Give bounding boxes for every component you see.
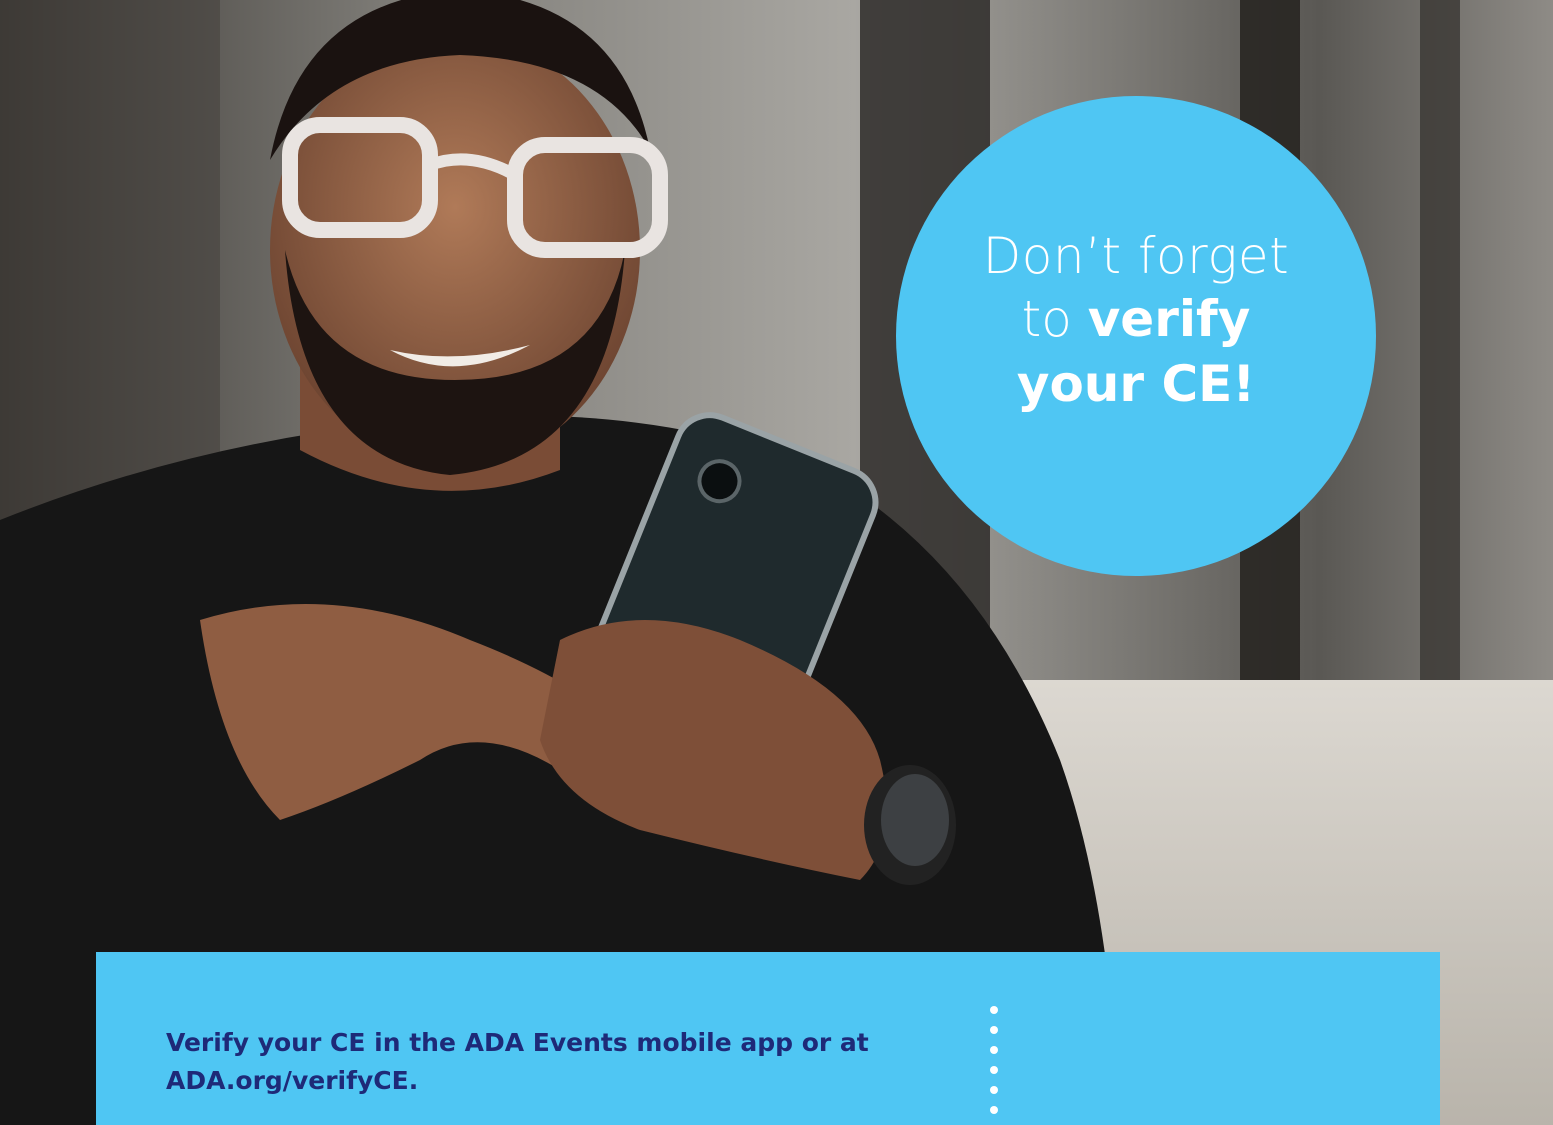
dotted-divider: [989, 1006, 999, 1114]
callout-line-2-prefix: to: [1021, 290, 1088, 348]
divider-dot: [990, 1066, 998, 1074]
verify-ce-callout: Don’t forget to verify your CE!: [896, 96, 1376, 576]
info-banner: Verify your CE in the ADA Events mobile …: [96, 952, 1440, 1125]
callout-line-3: your CE!: [1016, 355, 1256, 413]
banner-text-line-2: ADA.org/verifyCE.: [166, 1066, 419, 1095]
divider-dot: [990, 1026, 998, 1034]
divider-dot: [990, 1106, 998, 1114]
callout-line-2: to verify: [1022, 287, 1251, 351]
divider-dot: [990, 1006, 998, 1014]
divider-dot: [990, 1046, 998, 1054]
callout-line-2-emphasis: verify: [1087, 290, 1251, 348]
callout-line-1: Don’t forget: [982, 227, 1290, 285]
banner-text: Verify your CE in the ADA Events mobile …: [166, 1024, 926, 1100]
divider-dot: [990, 1086, 998, 1094]
banner-text-line-1: Verify your CE in the ADA Events mobile …: [166, 1028, 869, 1057]
